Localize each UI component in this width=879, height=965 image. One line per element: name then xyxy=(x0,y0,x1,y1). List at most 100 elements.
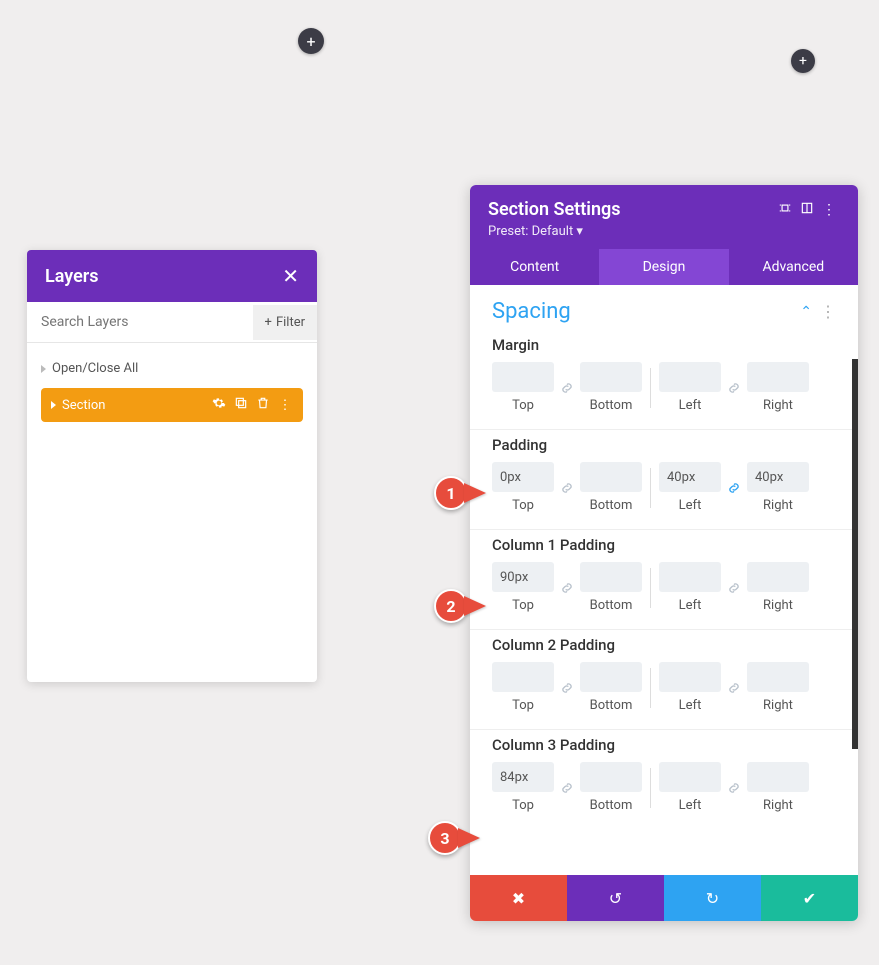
redo-button[interactable]: ↻ xyxy=(664,875,761,921)
side-label-bottom: Bottom xyxy=(590,798,633,813)
col3-left-input[interactable] xyxy=(659,762,721,792)
add-button-section[interactable]: + xyxy=(791,49,815,73)
divider xyxy=(650,568,651,608)
col2-right-input[interactable] xyxy=(747,662,809,692)
group-label: Padding xyxy=(492,436,836,454)
col2-top-input[interactable] xyxy=(492,662,554,692)
link-lr-icon[interactable] xyxy=(723,773,745,803)
col1-left-input[interactable] xyxy=(659,562,721,592)
open-close-label: Open/Close All xyxy=(52,361,138,376)
link-tb-icon[interactable] xyxy=(556,573,578,603)
col3-top-input[interactable] xyxy=(492,762,554,792)
padding-top-input[interactable] xyxy=(492,462,554,492)
trash-icon[interactable] xyxy=(255,396,271,414)
side-label-right: Right xyxy=(763,798,793,813)
plus-icon: + xyxy=(265,315,272,330)
layer-row-section[interactable]: Section ⋮ xyxy=(41,388,303,422)
link-tb-icon[interactable] xyxy=(556,773,578,803)
filter-label: Filter xyxy=(276,315,305,330)
preset-dropdown[interactable]: Preset: Default ▾ xyxy=(488,220,840,249)
spacing-header[interactable]: Spacing ⌃ ⋮ xyxy=(470,285,858,330)
layers-body: Open/Close All Section ⋮ xyxy=(27,343,317,682)
callout-bubble: 1 xyxy=(434,476,468,510)
settings-body: Spacing ⌃ ⋮ Margin Top Bottom Left xyxy=(470,285,858,875)
col1-right-input[interactable] xyxy=(747,562,809,592)
group-label: Column 3 Padding xyxy=(492,736,836,754)
duplicate-icon[interactable] xyxy=(233,396,249,414)
link-lr-icon[interactable] xyxy=(723,673,745,703)
scrollbar[interactable] xyxy=(852,359,858,749)
settings-footer: ✖ ↺ ↻ ✔ xyxy=(470,875,858,921)
undo-button[interactable]: ↺ xyxy=(567,875,664,921)
search-input[interactable] xyxy=(27,302,253,342)
layers-search-row: + Filter xyxy=(27,302,317,343)
group-padding: Padding Top Bottom Left Right xyxy=(470,430,858,530)
col1-top-input[interactable] xyxy=(492,562,554,592)
side-label-top: Top xyxy=(512,698,534,713)
dots-icon[interactable]: ⋮ xyxy=(818,202,840,218)
callout-3: 3 xyxy=(428,821,480,855)
padding-right-input[interactable] xyxy=(747,462,809,492)
callout-1: 1 xyxy=(434,476,486,510)
padding-bottom-input[interactable] xyxy=(580,462,642,492)
cancel-button[interactable]: ✖ xyxy=(470,875,567,921)
margin-right-input[interactable] xyxy=(747,362,809,392)
margin-bottom-input[interactable] xyxy=(580,362,642,392)
side-label-top: Top xyxy=(512,398,534,413)
layers-title: Layers xyxy=(45,266,99,287)
link-tb-icon[interactable] xyxy=(556,373,578,403)
divider xyxy=(650,368,651,408)
gear-icon[interactable] xyxy=(211,396,227,414)
side-label-right: Right xyxy=(763,398,793,413)
col3-bottom-input[interactable] xyxy=(580,762,642,792)
link-lr-icon[interactable] xyxy=(723,573,745,603)
group-label: Column 2 Padding xyxy=(492,636,836,654)
divider xyxy=(650,468,651,508)
dots-icon[interactable]: ⋮ xyxy=(820,302,836,321)
link-lr-icon[interactable] xyxy=(723,373,745,403)
side-label-bottom: Bottom xyxy=(590,698,633,713)
add-button-canvas[interactable]: + xyxy=(298,28,324,54)
triangle-icon xyxy=(51,401,56,409)
settings-title: Section Settings xyxy=(488,199,774,220)
col2-left-input[interactable] xyxy=(659,662,721,692)
col2-bottom-input[interactable] xyxy=(580,662,642,692)
settings-panel: Section Settings ⋮ Preset: Default ▾ Con… xyxy=(470,185,858,921)
margin-left-input[interactable] xyxy=(659,362,721,392)
link-tb-icon[interactable] xyxy=(556,673,578,703)
filter-button[interactable]: + Filter xyxy=(253,305,317,340)
save-button[interactable]: ✔ xyxy=(761,875,858,921)
link-tb-icon[interactable] xyxy=(556,473,578,503)
col3-right-input[interactable] xyxy=(747,762,809,792)
chevron-up-icon: ⌃ xyxy=(800,304,812,320)
side-label-left: Left xyxy=(679,698,702,713)
callout-tail-icon xyxy=(464,483,486,503)
padding-left-input[interactable] xyxy=(659,462,721,492)
group-col2: Column 2 Padding Top Bottom Left Right xyxy=(470,630,858,730)
layers-panel: Layers ✕ + Filter Open/Close All Section xyxy=(27,250,317,682)
dots-icon[interactable]: ⋮ xyxy=(277,398,293,413)
callout-bubble: 2 xyxy=(434,589,468,623)
tab-advanced[interactable]: Advanced xyxy=(729,249,858,285)
callout-tail-icon xyxy=(458,828,480,848)
tab-design[interactable]: Design xyxy=(599,249,728,285)
side-label-top: Top xyxy=(512,798,534,813)
columns-icon[interactable] xyxy=(796,201,818,219)
side-label-left: Left xyxy=(679,398,702,413)
callout-tail-icon xyxy=(464,596,486,616)
col1-bottom-input[interactable] xyxy=(580,562,642,592)
spacing-title: Spacing xyxy=(492,299,800,324)
margin-top-input[interactable] xyxy=(492,362,554,392)
side-label-left: Left xyxy=(679,498,702,513)
side-label-right: Right xyxy=(763,598,793,613)
link-lr-icon[interactable] xyxy=(723,473,745,503)
group-margin: Margin Top Bottom Left Right xyxy=(470,330,858,430)
open-close-all[interactable]: Open/Close All xyxy=(41,353,303,388)
group-label: Column 1 Padding xyxy=(492,536,836,554)
close-icon[interactable]: ✕ xyxy=(282,264,299,288)
target-icon[interactable] xyxy=(774,201,796,219)
side-label-bottom: Bottom xyxy=(590,598,633,613)
tab-content[interactable]: Content xyxy=(470,249,599,285)
side-label-top: Top xyxy=(512,498,534,513)
side-label-bottom: Bottom xyxy=(590,498,633,513)
